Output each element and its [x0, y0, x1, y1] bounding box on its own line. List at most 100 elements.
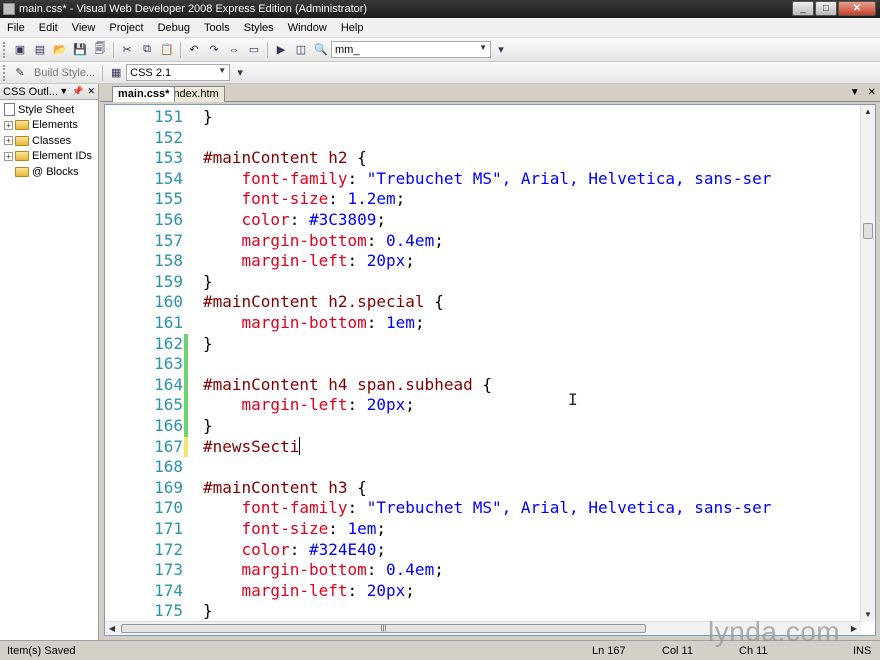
code-line[interactable]: 155 font-size: 1.2em; — [105, 189, 405, 210]
tree-item-elements[interactable]: + Elements — [4, 118, 98, 134]
menu-project[interactable]: Project — [102, 22, 150, 34]
toolbar-grip[interactable] — [3, 64, 7, 81]
code-line[interactable]: 153 #mainContent h2 { — [105, 148, 367, 169]
undo-icon[interactable]: ↶ — [186, 42, 202, 58]
minimize-button[interactable]: _ — [792, 1, 814, 16]
code-line[interactable]: 171 font-size: 1em; — [105, 519, 386, 540]
code-text: #mainContent h2 { — [203, 148, 367, 168]
code-line[interactable]: 151} — [105, 107, 213, 128]
add-item-icon[interactable]: ▤ — [32, 42, 48, 58]
css-version-select[interactable]: CSS 2.1 ▼ — [126, 64, 231, 81]
new-project-icon[interactable]: ▣ — [12, 42, 28, 58]
scroll-up-icon[interactable]: ▲ — [861, 105, 875, 119]
close-document-icon[interactable]: ✕ — [868, 87, 876, 98]
code-line[interactable]: 157 margin-bottom: 0.4em; — [105, 231, 444, 252]
vertical-scroll-thumb[interactable] — [863, 223, 873, 239]
menu-view[interactable]: View — [65, 22, 103, 34]
horizontal-scroll-thumb[interactable]: ||| — [121, 624, 646, 633]
code-line[interactable]: 169 #mainContent h3 { — [105, 478, 367, 499]
tab-main-css[interactable]: main.css* — [112, 86, 176, 102]
scroll-left-icon[interactable]: ◀ — [105, 622, 119, 635]
menu-help[interactable]: Help — [334, 22, 371, 34]
redo-icon[interactable]: ↷ — [206, 42, 222, 58]
code-line[interactable]: 166} — [105, 416, 213, 437]
save-icon[interactable]: 💾 — [72, 42, 88, 58]
toolbar-options-icon[interactable]: ▾ — [232, 65, 248, 81]
code-line[interactable]: 152 — [105, 128, 185, 149]
menu-tools[interactable]: Tools — [197, 22, 237, 34]
code-text: #newsSecti — [203, 436, 301, 457]
toolbar-options-icon[interactable]: ▾ — [493, 42, 509, 58]
code-token: #3C3809 — [308, 210, 377, 229]
code-text: margin-bottom: 0.4em; — [203, 231, 444, 251]
code-token: margin-bottom — [203, 560, 367, 580]
start-debugging-icon[interactable]: ▶ — [273, 42, 289, 58]
find-in-files-icon[interactable]: 🔍 — [313, 42, 329, 58]
code-line[interactable]: 160 #mainContent h2.special { — [105, 292, 444, 313]
menu-debug[interactable]: Debug — [151, 22, 197, 34]
menu-styles[interactable]: Styles — [237, 22, 281, 34]
code-area[interactable]: 151} 152 153 #mainContent h2 {154 font-fami… — [105, 105, 861, 622]
scroll-right-icon[interactable]: ▶ — [847, 622, 861, 635]
expand-icon[interactable]: + — [4, 136, 13, 146]
pin-icon[interactable]: 📌 — [72, 86, 83, 97]
code-token: : — [347, 498, 367, 518]
code-line[interactable]: 170 font-family: "Trebuchet MS", Arial, … — [105, 498, 771, 519]
code-token: } — [203, 416, 213, 435]
tree-item-style-sheet[interactable]: Style Sheet — [4, 102, 98, 118]
expand-icon[interactable]: + — [4, 120, 13, 130]
code-line[interactable]: 167 #newsSecti — [105, 436, 301, 458]
paste-icon[interactable]: 📋 — [159, 42, 175, 58]
tree-item-classes[interactable]: + Classes — [4, 133, 98, 149]
code-token: : — [347, 395, 367, 415]
panel-close-icon[interactable]: ✕ — [87, 86, 95, 97]
code-line[interactable]: 173 margin-bottom: 0.4em; — [105, 560, 444, 581]
menu-edit[interactable]: Edit — [32, 22, 65, 34]
menu-file[interactable]: File — [0, 22, 32, 34]
css-properties-icon[interactable]: ▦ — [108, 65, 124, 81]
folder-icon — [15, 120, 29, 131]
tree-item-at-blocks[interactable]: @ Blocks — [4, 164, 98, 180]
code-line[interactable]: 164 #mainContent h4 span.subhead { — [105, 375, 492, 396]
code-text: font-family: "Trebuchet MS", Arial, Helv… — [203, 498, 772, 518]
active-files-dropdown-icon[interactable]: ▼ — [850, 87, 860, 98]
expand-icon[interactable]: + — [4, 151, 13, 161]
code-line[interactable]: 174 margin-left: 20px; — [105, 581, 415, 602]
style-application-icon[interactable]: ✎ — [12, 65, 28, 81]
code-token: : — [289, 210, 309, 229]
find-combo[interactable]: mm_ ▼ — [331, 41, 491, 58]
code-line[interactable]: 159} — [105, 272, 213, 293]
chevron-down-icon[interactable]: ▼ — [218, 66, 226, 75]
tree-item-element-ids[interactable]: + Element IDs — [4, 149, 98, 165]
code-line[interactable]: 162} — [105, 334, 213, 355]
open-folder-icon[interactable]: 📂 — [52, 42, 68, 58]
code-line[interactable]: 172 color: #324E40; — [105, 540, 386, 561]
build-style-button[interactable]: Build Style... — [34, 67, 95, 79]
panel-menu-icon[interactable]: ▼ — [59, 86, 68, 97]
scroll-down-icon[interactable]: ▼ — [861, 608, 875, 622]
chevron-down-icon[interactable]: ▼ — [479, 43, 487, 52]
code-line[interactable]: 168 — [105, 457, 185, 478]
toolbar-grip[interactable] — [3, 41, 7, 58]
code-text: font-size: 1.2em; — [203, 189, 406, 209]
code-line[interactable]: 165 margin-left: 20px; — [105, 395, 415, 416]
output-icon[interactable]: ▭ — [246, 42, 262, 58]
navigate-icon[interactable]: ⇔ — [226, 42, 242, 58]
menu-window[interactable]: Window — [281, 22, 334, 34]
code-line[interactable]: 158 margin-left: 20px; — [105, 251, 415, 272]
code-line[interactable]: 156 color: #3C3809; — [105, 210, 386, 231]
cut-icon[interactable]: ✂ — [119, 42, 135, 58]
code-line[interactable]: 163 — [105, 354, 185, 375]
code-line[interactable]: 161 margin-bottom: 1em; — [105, 313, 424, 334]
vertical-scrollbar[interactable]: ▲ ▼ — [860, 105, 875, 622]
maximize-button[interactable]: □ — [815, 1, 837, 16]
code-editor[interactable]: 151} 152 153 #mainContent h2 {154 font-fami… — [104, 104, 876, 636]
view-browser-icon[interactable]: ◫ — [293, 42, 309, 58]
code-text: margin-bottom: 1em; — [203, 313, 425, 333]
copy-icon[interactable]: ⧉ — [139, 42, 155, 58]
code-line[interactable]: 154 font-family: "Trebuchet MS", Arial, … — [105, 169, 771, 190]
close-button[interactable]: ✕ — [838, 1, 876, 16]
save-all-icon[interactable]: 🗐 — [92, 42, 108, 58]
toolbar-separator — [102, 64, 104, 81]
code-line[interactable]: 175} — [105, 601, 213, 622]
